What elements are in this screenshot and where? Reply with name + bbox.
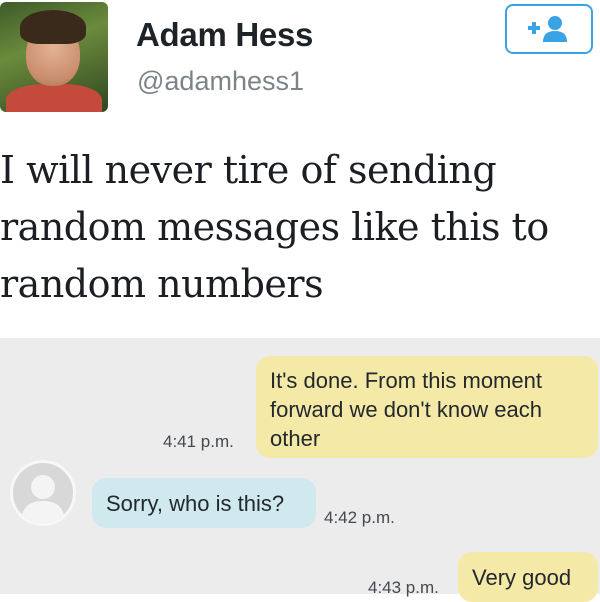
tweet-text: I will never tire of sending random mess…: [0, 142, 600, 313]
tweet-text-line: I will never tire of sending: [0, 148, 497, 192]
outgoing-message-bubble[interactable]: It's done. From this moment forward we d…: [256, 356, 598, 458]
tweet-header: Adam Hess @adamhess1: [0, 0, 600, 120]
incoming-message-bubble[interactable]: Sorry, who is this?: [92, 478, 316, 528]
message-line: forward we don't know each: [270, 397, 543, 422]
message-timestamp: 4:42 p.m.: [324, 508, 395, 527]
outgoing-message-bubble[interactable]: Very good: [458, 552, 598, 602]
message-line: It's done. From this moment: [270, 368, 542, 393]
message-timestamp: 4:41 p.m.: [163, 432, 234, 451]
avatar-shirt: [6, 84, 102, 112]
tweet-text-line: random numbers: [0, 262, 324, 306]
message-line: other: [270, 426, 321, 451]
person-placeholder-icon: [21, 475, 65, 523]
add-user-icon: [528, 16, 567, 42]
follow-button[interactable]: [505, 4, 593, 54]
message-line: Very good: [472, 565, 572, 590]
display-name[interactable]: Adam Hess: [136, 16, 313, 54]
user-handle[interactable]: @adamhess1: [137, 66, 304, 97]
contact-avatar[interactable]: [10, 460, 76, 526]
avatar-hair: [20, 10, 86, 44]
message-line: Sorry, who is this?: [106, 491, 285, 516]
message-timestamp: 4:43 p.m.: [368, 578, 439, 597]
tweet-text-line: random messages like this to: [0, 205, 549, 249]
user-avatar[interactable]: [0, 2, 108, 112]
